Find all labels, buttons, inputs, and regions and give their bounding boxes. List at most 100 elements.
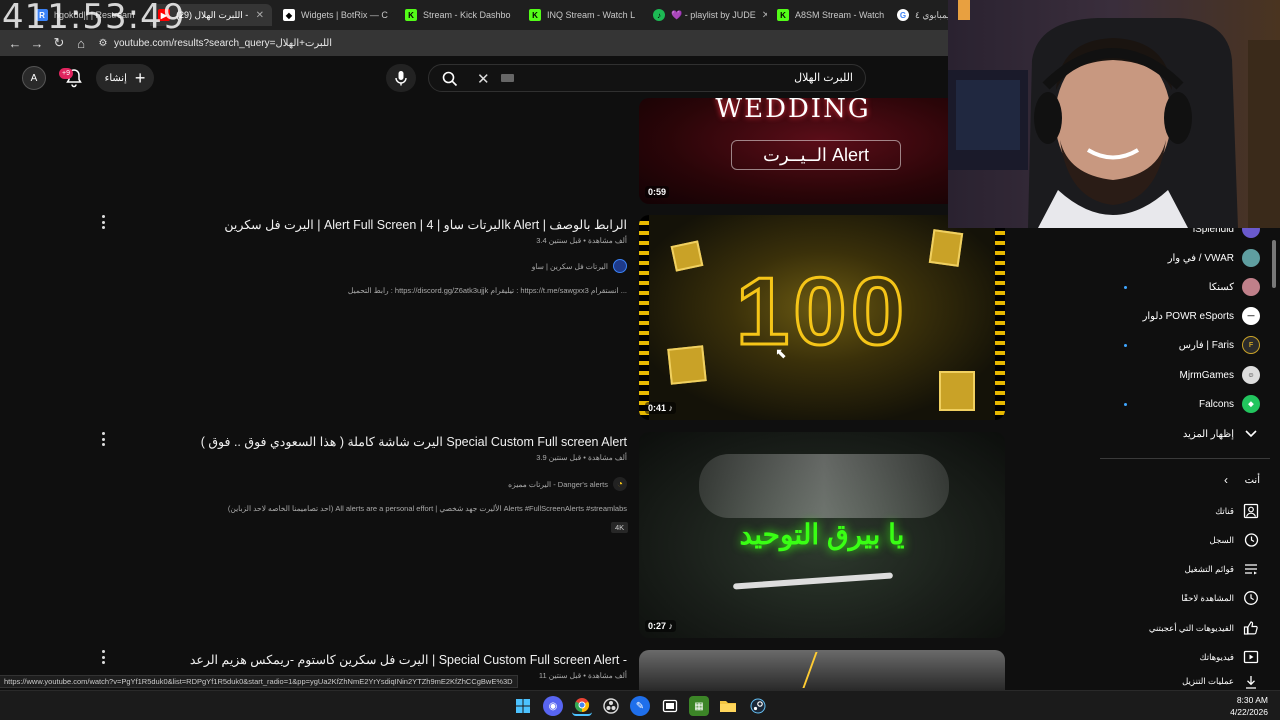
streamer-webcam-image <box>948 0 1280 228</box>
video-description: رابط التحميل : https://discord.gg/Z6atk3… <box>347 286 627 295</box>
live-dot-icon <box>1124 285 1127 289</box>
windows-taskbar: ◉ ✎ ▦ 8:30 AM 4/22/2026 <box>0 690 1280 720</box>
clear-search-icon[interactable]: ✕ <box>477 70 490 88</box>
browser-tab[interactable]: G زيمبابوي ٤ <box>889 4 949 26</box>
subscription-item[interactable]: في وار / VWAR <box>1110 246 1260 270</box>
sidebar-item-playlists[interactable]: قوائم التشغيل <box>1110 557 1260 581</box>
sidebar-scrollbar[interactable] <box>1272 240 1276 288</box>
thumbnail-subtitle-text: الــيــرت Alert <box>731 140 901 170</box>
sidebar-item-downloads[interactable]: عمليات التنزيل <box>1110 673 1260 690</box>
gift-icon <box>928 229 964 267</box>
duration-badge: 0:59 <box>645 186 670 198</box>
channel-avatar <box>613 259 627 273</box>
home-icon[interactable]: ⌂ <box>70 32 92 54</box>
video-thumbnail[interactable] <box>639 650 1005 690</box>
channel-avatar <box>1242 249 1260 267</box>
thumbnail-sword-shape <box>732 572 894 590</box>
close-tab-icon[interactable]: ✕ <box>256 10 264 21</box>
video-menu-icon[interactable] <box>99 215 107 229</box>
channel-avatar: ☺ <box>1242 366 1260 384</box>
thumbnail-title-text: يا بيرق التوحيد <box>739 519 905 550</box>
video-meta: 11 ألف مشاهدة • قبل سنتين <box>538 671 627 680</box>
sidebar-item-your-channel[interactable]: قناتك <box>1110 499 1260 523</box>
app-icon[interactable]: ✎ <box>630 696 650 716</box>
playlist-icon <box>1242 560 1260 578</box>
channel-link[interactable]: اليرتات مميزه - Danger's alerts ◔ <box>508 477 627 491</box>
channel-avatar: ◆ <box>1242 395 1260 413</box>
google-icon: G <box>897 9 909 21</box>
kick-icon: K <box>529 9 541 21</box>
subscription-item[interactable]: دلوار POWR eSports — <box>1110 304 1260 328</box>
system-clock[interactable]: 8:30 AM 4/22/2026 <box>1230 694 1268 718</box>
4k-badge: 4K <box>611 522 629 533</box>
download-icon <box>1242 673 1260 690</box>
sidebar-item-history[interactable]: السجل <box>1110 528 1260 552</box>
video-title[interactable]: اليرت فل سكرين كاستوم -ريمكس هزيم الرعد … <box>190 652 627 667</box>
sidebar-item-your-videos[interactable]: فيديوهاتك <box>1110 645 1260 669</box>
subscription-item[interactable]: فارس | Faris F <box>1110 333 1260 357</box>
video-meta: 3.4 ألف مشاهدة • قبل سنتين <box>536 236 627 245</box>
video-description: (احد تصاميمنا الخاصه لاحد الزباين) All a… <box>227 504 627 513</box>
youtube-header: A إنشاء + ✕ اللبرت الهلال <box>0 56 948 100</box>
forward-arrow-icon[interactable]: → <box>26 32 48 54</box>
account-avatar[interactable]: A <box>22 66 46 90</box>
video-title[interactable]: اليرت شاشة كاملة ( هذا السعودي فوق .. فو… <box>201 434 627 449</box>
live-dot-icon <box>1124 402 1127 406</box>
url-input[interactable]: youtube.com/results?search_query=اللبرت+… <box>114 38 332 49</box>
plus-icon: + <box>134 68 146 88</box>
link-status-bar: https://www.youtube.com/watch?v=PgYf1R5d… <box>0 675 518 688</box>
video-thumbnail[interactable]: 100 ⬉ 0:41 ♪ <box>639 215 1005 420</box>
back-arrow-icon[interactable]: ← <box>4 32 26 54</box>
file-explorer-icon[interactable] <box>718 696 738 716</box>
search-box[interactable]: ✕ اللبرت الهلال <box>428 64 866 92</box>
discord-icon[interactable]: ◉ <box>543 696 563 716</box>
browser-tab[interactable]: K INQ Stream - Watch L ✕ <box>521 4 641 26</box>
site-info-icon[interactable]: ⚙ <box>92 32 114 54</box>
search-input[interactable]: اللبرت الهلال <box>794 71 853 84</box>
play-square-icon <box>1242 648 1260 666</box>
sidebar-item-liked-videos[interactable]: الفيديوهات التي أعجبتني <box>1110 616 1260 640</box>
gift-icon <box>939 371 975 411</box>
channel-avatar: ◔ <box>613 477 627 491</box>
browser-tab[interactable]: K A8SM Stream - Watch ✕ <box>769 4 889 26</box>
webcam-overlay <box>948 0 1280 228</box>
show-more-button[interactable]: إظهار المزيد <box>1110 422 1260 446</box>
close-tab-icon[interactable]: ✕ <box>762 10 767 21</box>
browser-tab[interactable]: ◆ Widgets | BotRix — C ✕ <box>275 4 393 26</box>
obs-icon[interactable] <box>601 696 621 716</box>
clock-icon <box>1242 589 1260 607</box>
keyboard-icon[interactable] <box>501 74 514 82</box>
kick-icon: K <box>405 9 417 21</box>
subscription-item[interactable]: Falcons ◆ <box>1110 392 1260 416</box>
windows-start-icon[interactable] <box>513 696 533 716</box>
thumbnail-flag-script <box>699 454 949 518</box>
app-window-icon[interactable] <box>660 696 680 716</box>
live-dot-icon <box>1124 343 1127 347</box>
voice-search-button[interactable] <box>386 64 416 92</box>
mouse-cursor-icon: ⬉ <box>775 345 787 361</box>
video-thumbnail[interactable]: يا بيرق التوحيد 0:27 ♪ <box>639 432 1005 638</box>
history-icon <box>1242 531 1260 549</box>
browser-tab[interactable]: ♪ 💜 - playlist by JUDE ✕ <box>645 4 767 26</box>
sidebar-item-watch-later[interactable]: المشاهدة لاحقًا <box>1110 586 1260 610</box>
you-section-header[interactable]: أنت ‹ <box>1110 468 1260 492</box>
create-button[interactable]: إنشاء + <box>96 64 154 92</box>
thumb-up-icon <box>1242 619 1260 637</box>
video-title[interactable]: اليرت فل سكرين | Alert Full Screen | الي… <box>224 217 627 232</box>
subscription-item[interactable]: كسنكا <box>1110 275 1260 299</box>
chrome-icon[interactable] <box>572 696 592 716</box>
channel-link[interactable]: اليرتات فل سكرين | ساو <box>532 259 627 273</box>
video-menu-icon[interactable] <box>99 650 107 664</box>
search-icon[interactable] <box>441 70 459 93</box>
steam-icon[interactable] <box>748 696 768 716</box>
kick-icon: K <box>777 9 789 21</box>
gift-icon <box>667 345 707 385</box>
reload-icon[interactable]: ↻ <box>48 32 70 54</box>
video-menu-icon[interactable] <box>99 432 107 446</box>
user-square-icon <box>1242 502 1260 520</box>
subscription-item[interactable]: MjrmGames ☺ <box>1110 363 1260 387</box>
minecraft-icon[interactable]: ▦ <box>689 696 709 716</box>
chevron-left-icon: ‹ <box>1224 473 1228 487</box>
browser-tab[interactable]: K Stream - Kick Dashbo ✕ <box>397 4 517 26</box>
notification-count-badge: +9 <box>59 68 73 79</box>
